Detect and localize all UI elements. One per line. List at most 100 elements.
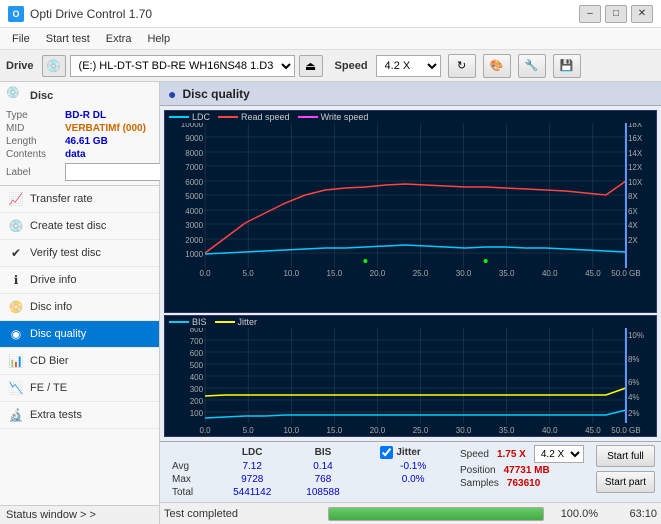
svg-text:7000: 7000 — [185, 163, 203, 172]
position-info: Position 47731 MB — [460, 465, 584, 476]
svg-text:50.0 GB: 50.0 GB — [611, 426, 640, 435]
svg-text:500: 500 — [190, 361, 204, 370]
speed-info-label: Speed — [460, 449, 489, 460]
window-controls: – □ ✕ — [579, 5, 653, 23]
disc-quality-header: ● Disc quality — [160, 82, 661, 106]
minimize-button[interactable]: – — [579, 5, 601, 23]
svg-text:1000: 1000 — [185, 250, 203, 259]
svg-text:30.0: 30.0 — [456, 269, 472, 278]
transfer-rate-icon: 📈 — [8, 191, 24, 207]
svg-text:10X: 10X — [628, 178, 643, 187]
mid-label: MID — [6, 123, 61, 134]
svg-text:8000: 8000 — [185, 149, 203, 158]
elapsed-time: 63:10 — [602, 508, 657, 520]
avg-row: Avg 7.12 0.14 -0.1% — [166, 460, 452, 473]
svg-text:8%: 8% — [628, 355, 640, 364]
svg-text:2000: 2000 — [185, 236, 203, 245]
svg-text:5.0: 5.0 — [243, 269, 255, 278]
app-title: Opti Drive Control 1.70 — [30, 7, 152, 21]
type-label: Type — [6, 110, 61, 121]
disc-info-icon: 📀 — [8, 299, 24, 315]
menu-help[interactable]: Help — [139, 31, 178, 47]
refresh-button[interactable]: ↻ — [448, 54, 476, 78]
speed-select[interactable]: 4.2 X — [376, 55, 441, 77]
total-label: Total — [166, 486, 215, 499]
read-speed-legend-label: Read speed — [241, 112, 290, 122]
menu-file[interactable]: File — [4, 31, 38, 47]
length-label: Length — [6, 136, 61, 147]
svg-text:10.0: 10.0 — [283, 269, 299, 278]
svg-text:300: 300 — [190, 385, 204, 394]
top-chart: LDC Read speed Write speed — [164, 110, 657, 313]
speed-info-value: 1.75 X — [497, 449, 526, 460]
sidebar-item-disc-quality[interactable]: ◉ Disc quality — [0, 321, 159, 348]
title-bar-left: O Opti Drive Control 1.70 — [8, 6, 152, 22]
sidebar-item-cd-bier[interactable]: 📊 CD Bier — [0, 348, 159, 375]
top-chart-svg: 10000 9000 8000 7000 6000 5000 4000 3000… — [165, 123, 656, 278]
start-full-button[interactable]: Start full — [596, 445, 655, 467]
menu-bar: File Start test Extra Help — [0, 28, 661, 50]
svg-text:45.0: 45.0 — [585, 269, 601, 278]
position-label: Position — [460, 465, 496, 476]
sidebar-item-verify-test-disc[interactable]: ✔ Verify test disc — [0, 240, 159, 267]
close-button[interactable]: ✕ — [631, 5, 653, 23]
svg-text:10000: 10000 — [181, 123, 204, 129]
disc-quality-icon: ◉ — [8, 326, 24, 342]
svg-text:0.0: 0.0 — [200, 269, 212, 278]
ldc-legend: LDC — [169, 112, 210, 122]
total-ldc: 5441142 — [215, 486, 289, 499]
menu-extra[interactable]: Extra — [98, 31, 140, 47]
samples-value: 763610 — [507, 478, 540, 489]
drive-icon: 💿 — [42, 55, 66, 77]
status-text: Test completed — [164, 508, 324, 520]
settings-button2[interactable]: 🔧 — [518, 54, 546, 78]
type-value: BD-R DL — [65, 110, 106, 121]
speed-info: Speed 1.75 X 4.2 X — [460, 445, 584, 463]
svg-text:4X: 4X — [628, 221, 638, 230]
sidebar: 💿 Disc Type BD-R DL MID VERBATIMf (000) … — [0, 82, 160, 524]
drive-select[interactable]: (E:) HL-DT-ST BD-RE WH16NS48 1.D3 — [70, 55, 295, 77]
bottom-chart-legend: BIS Jitter — [165, 316, 656, 328]
start-part-button[interactable]: Start part — [596, 471, 655, 493]
sidebar-item-drive-info[interactable]: ℹ Drive info — [0, 267, 159, 294]
svg-text:45.0: 45.0 — [585, 426, 601, 435]
charts-area: LDC Read speed Write speed — [160, 106, 661, 441]
stats-right: Speed 1.75 X 4.2 X Position 47731 MB Sam… — [460, 445, 584, 489]
status-window-button[interactable]: Status window > > — [0, 505, 159, 524]
bis-legend-label: BIS — [192, 317, 207, 327]
stats-table: LDC BIS Jitter — [166, 445, 452, 499]
drive-info-icon: ℹ — [8, 272, 24, 288]
settings-button1[interactable]: 🎨 — [483, 54, 511, 78]
svg-text:16X: 16X — [628, 134, 643, 143]
bis-header: BIS — [289, 445, 356, 460]
jitter-checkbox[interactable] — [380, 446, 393, 459]
svg-text:6%: 6% — [628, 378, 640, 387]
save-button[interactable]: 💾 — [553, 54, 581, 78]
sidebar-item-transfer-rate[interactable]: 📈 Transfer rate — [0, 186, 159, 213]
svg-text:800: 800 — [190, 328, 204, 334]
sidebar-item-fe-te[interactable]: 📉 FE / TE — [0, 375, 159, 402]
svg-text:40.0: 40.0 — [542, 269, 558, 278]
max-ldc: 9728 — [215, 473, 289, 486]
max-jitter: 0.0% — [374, 473, 452, 486]
samples-label: Samples — [460, 478, 499, 489]
sidebar-item-extra-tests[interactable]: 🔬 Extra tests — [0, 402, 159, 429]
eject-button[interactable]: ⏏ — [299, 55, 323, 77]
disc-mid-row: MID VERBATIMf (000) — [6, 123, 153, 134]
max-row: Max 9728 768 0.0% — [166, 473, 452, 486]
disc-info-label: Disc info — [30, 301, 72, 313]
svg-text:12X: 12X — [628, 163, 643, 172]
total-row: Total 5441142 108588 — [166, 486, 452, 499]
speed-dropdown[interactable]: 4.2 X — [534, 445, 584, 463]
total-jitter — [374, 486, 452, 499]
samples-info: Samples 763610 — [460, 478, 584, 489]
sidebar-item-disc-info[interactable]: 📀 Disc info — [0, 294, 159, 321]
menu-start-test[interactable]: Start test — [38, 31, 98, 47]
maximize-button[interactable]: □ — [605, 5, 627, 23]
verify-disc-label: Verify test disc — [30, 247, 101, 259]
main-layout: 💿 Disc Type BD-R DL MID VERBATIMf (000) … — [0, 82, 661, 524]
svg-text:5.0: 5.0 — [243, 426, 255, 435]
position-value: 47731 MB — [504, 465, 550, 476]
sidebar-item-create-test-disc[interactable]: 💿 Create test disc — [0, 213, 159, 240]
disc-contents-row: Contents data — [6, 149, 153, 160]
